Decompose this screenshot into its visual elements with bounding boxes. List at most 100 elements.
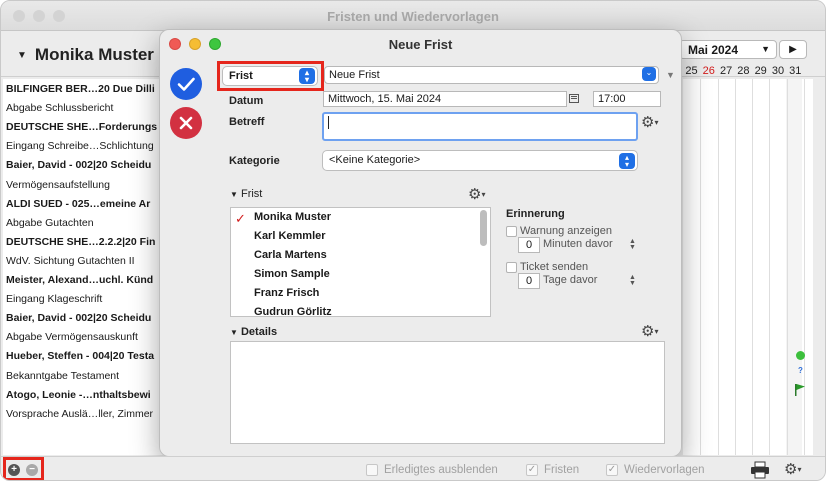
calendar-today-column <box>786 79 802 455</box>
bottom-toolbar: + − Erledigtes ausblenden ✓ Fristen ✓ Wi… <box>1 456 825 480</box>
checkmark-icon: ✓ <box>235 211 246 226</box>
tage-label: Tage davor <box>543 274 598 286</box>
grid-line <box>804 79 805 455</box>
grid-line <box>700 79 701 455</box>
calendar-grid[interactable]: ? <box>683 79 813 455</box>
calendar-day-label: 31 <box>789 65 802 77</box>
main-window: Fristen und Wiedervorlagen ▼ Monika Muste… <box>0 0 826 481</box>
list-item[interactable]: Vermögensaufstellung <box>6 175 170 194</box>
tage-field[interactable]: 0 <box>518 273 540 289</box>
sheet-title: Neue Frist <box>388 37 453 52</box>
erledigtes-checkbox[interactable] <box>366 464 378 476</box>
frist-section-toggle[interactable]: ▼ Frist <box>230 188 262 200</box>
person-list-item[interactable]: Carla Martens <box>254 249 327 261</box>
list-item[interactable]: BILFINGER BER…20 Due Dilli <box>6 79 170 98</box>
list-item[interactable]: WdV. Sichtung Gutachten II <box>6 251 170 270</box>
ticket-checkbox[interactable] <box>506 262 517 273</box>
tage-stepper-icon[interactable]: ▲ ▼ <box>629 274 636 287</box>
details-gear-icon[interactable]: ⚙▾ <box>641 322 658 340</box>
person-list-item[interactable]: Franz Frisch <box>254 287 319 299</box>
list-item[interactable]: ALDI SUED - 025…emeine Ar <box>6 194 170 213</box>
next-arrow-icon: ▶ <box>789 44 797 55</box>
betreff-gear-icon[interactable]: ⚙▾ <box>641 113 658 131</box>
window-title: Fristen und Wiedervorlagen <box>327 9 499 24</box>
kategorie-select[interactable]: <Keine Kategorie> ▴ ▾ <box>322 150 638 171</box>
disclosure-triangle-icon: ▼ <box>17 50 27 61</box>
type-select-highlight <box>217 61 324 91</box>
next-month-button[interactable]: ▶ <box>779 40 807 59</box>
person-list-item[interactable]: Monika Muster <box>254 211 331 223</box>
question-icon[interactable]: ? <box>795 366 806 377</box>
month-label: Mai 2024 <box>688 43 739 57</box>
new-deadline-sheet: Neue Frist Frist ▴ ▾ Neue Frist ⌄ ▼ Datum M… <box>159 29 682 457</box>
confirm-button[interactable] <box>170 68 202 100</box>
wiedervorlagen-checkbox[interactable]: ✓ <box>606 464 618 476</box>
list-item[interactable]: Eingang Klageschrift <box>6 289 170 308</box>
grid-line <box>752 79 753 455</box>
list-item[interactable]: Abgabe Vermögensauskunft <box>6 327 170 346</box>
calendar-day-label: 30 <box>771 65 785 77</box>
flag-icon[interactable] <box>793 383 807 397</box>
betreff-field[interactable] <box>322 112 638 141</box>
status-dot-icon[interactable] <box>796 351 805 360</box>
calendar-day-label: 29 <box>754 65 767 77</box>
date-value: Mittwoch, 15. Mai 2024 <box>328 93 442 105</box>
text-cursor <box>328 116 329 129</box>
month-select[interactable]: Mai 2024 ▼ <box>679 40 777 59</box>
scrollbar[interactable] <box>480 210 487 246</box>
wiedervorlagen-label: Wiedervorlagen <box>624 464 705 476</box>
list-item[interactable]: Baier, David - 002|20 Scheidu <box>6 308 170 327</box>
list-item[interactable]: Hueber, Steffen - 004|20 Testa <box>6 346 170 365</box>
chevron-down-icon: ⌄ <box>642 67 656 81</box>
list-item[interactable]: Bekanntgabe Testament <box>6 366 170 385</box>
calendar-icon[interactable] <box>569 94 579 103</box>
calendar-day-label: 25 <box>685 65 698 77</box>
fristen-checkbox[interactable]: ✓ <box>526 464 538 476</box>
toolbar-gear-icon[interactable]: ⚙▾ <box>784 460 801 478</box>
cancel-button[interactable] <box>170 107 202 139</box>
details-label: Details <box>240 326 278 338</box>
person-selector[interactable]: ▼ Monika Muster <box>17 45 154 65</box>
kategorie-label: Kategorie <box>229 155 280 167</box>
list-item[interactable]: Abgabe Gutachten <box>6 213 170 232</box>
calendar-day-label: 28 <box>737 65 750 77</box>
disclosure-triangle-icon: ▼ <box>230 328 238 337</box>
list-item[interactable]: DEUTSCHE SHE…2.2.2|20 Fin <box>6 232 170 251</box>
minuten-stepper-icon[interactable]: ▲ ▼ <box>629 238 636 251</box>
responsible-people-list[interactable]: ✓ Monika Muster Karl Kemmler Carla Martens… <box>230 207 491 317</box>
minuten-label: Minuten davor <box>543 238 613 250</box>
fristen-label: Fristen <box>544 464 580 476</box>
disclosure-triangle-icon: ▼ <box>230 190 238 199</box>
warnung-checkbox[interactable] <box>506 226 517 237</box>
list-item[interactable]: Baier, David - 002|20 Scheidu <box>6 155 170 174</box>
close-icon <box>179 116 193 130</box>
expand-triangle-icon[interactable]: ▼ <box>666 70 675 80</box>
calendar-day-label: 27 <box>719 65 733 77</box>
details-textarea[interactable] <box>230 341 665 444</box>
updown-icon: ▴ ▾ <box>619 153 635 169</box>
date-field[interactable]: Mittwoch, 15. Mai 2024 <box>323 91 567 107</box>
list-item[interactable]: Eingang Schreibe…Schlichtung <box>6 136 170 155</box>
list-item[interactable]: Abgabe Schlussbericht <box>6 98 170 117</box>
grid-line <box>718 79 719 455</box>
deadline-name-field[interactable]: Neue Frist ⌄ <box>324 66 659 84</box>
list-item[interactable]: Meister, Alexand…uchl. Künd <box>6 270 170 289</box>
list-item[interactable]: DEUTSCHE SHE…Forderungs <box>6 117 170 136</box>
title-bar: Fristen und Wiedervorlagen <box>1 1 825 31</box>
person-list-item[interactable]: Simon Sample <box>254 268 330 280</box>
person-list-item[interactable]: Gudrun Görlitz <box>254 306 332 316</box>
time-field[interactable]: 17:00 <box>593 91 661 107</box>
printer-icon[interactable] <box>750 461 770 479</box>
tage-value: 0 <box>525 275 533 287</box>
list-item[interactable]: Vorsprache Auslä…ller, Zimmer <box>6 404 170 423</box>
person-name: Monika Muster <box>34 45 154 64</box>
deadline-name-value: Neue Frist <box>329 69 380 81</box>
list-item[interactable]: Atogo, Leonie -…nthaltsbewi <box>6 385 170 404</box>
person-list-item[interactable]: Karl Kemmler <box>254 230 326 242</box>
deadline-list[interactable]: BILFINGER BER…20 Due Dilli Abgabe Schluss… <box>3 79 171 455</box>
erinnerung-label: Erinnerung <box>506 208 565 220</box>
minuten-field[interactable]: 0 <box>518 237 540 253</box>
details-section-toggle[interactable]: ▼ Details <box>230 326 277 338</box>
frist-gear-icon[interactable]: ⚙▾ <box>468 185 485 203</box>
frist-section-label: Frist <box>240 188 263 200</box>
